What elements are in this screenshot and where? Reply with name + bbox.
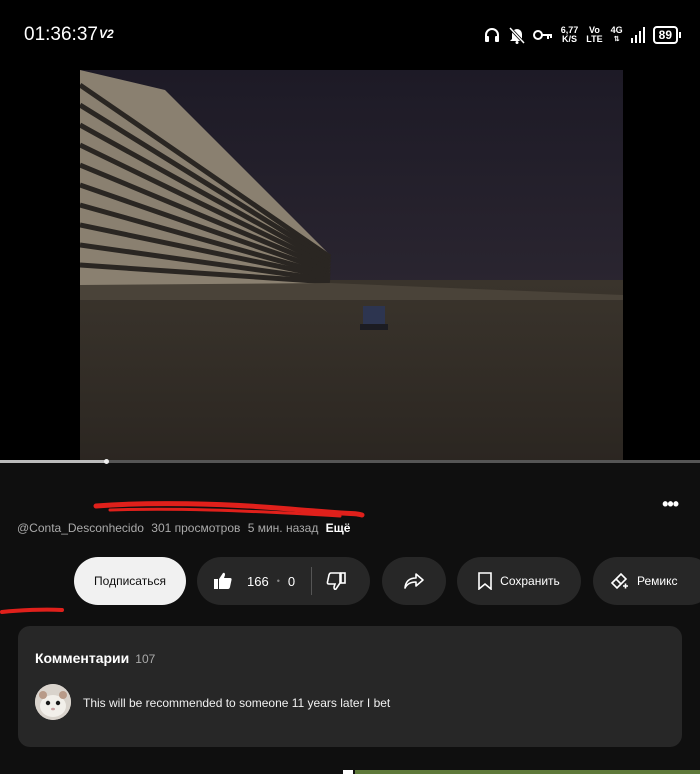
bell-muted-icon	[508, 26, 525, 44]
video-frame[interactable]	[78, 70, 623, 462]
comments-count: 107	[135, 652, 156, 666]
next-item-edge	[343, 770, 353, 774]
thumbs-down-icon[interactable]	[326, 571, 346, 591]
more-options-icon[interactable]: •••	[662, 494, 679, 515]
channel-handle[interactable]: @Conta_Desconhecido	[17, 521, 144, 535]
more-link[interactable]: Ещё	[326, 521, 351, 535]
signal-icon	[630, 27, 645, 43]
red-scribble-left	[0, 607, 64, 614]
remix-button[interactable]: Ремикс	[593, 557, 700, 605]
like-dislike-group: 166 • 0	[197, 557, 370, 605]
network-type: 4G ⇅	[610, 25, 623, 44]
divider	[311, 567, 313, 595]
subscribe-button[interactable]: Подписаться	[74, 557, 186, 605]
video-progress-handle[interactable]	[104, 459, 109, 464]
thumbs-up-icon[interactable]	[213, 571, 233, 591]
red-scribble-top	[93, 501, 365, 518]
carrier-tag: V2	[99, 27, 114, 41]
comments-header: Комментарии 107	[35, 650, 156, 666]
remix-icon	[610, 572, 628, 590]
key-icon	[532, 30, 552, 40]
status-bar: 01:36:37 V2 6,77 K/S Vo LTE 4G ⇅ 89	[0, 0, 700, 70]
save-button[interactable]: Сохранить	[457, 557, 581, 605]
like-count[interactable]: 166	[247, 574, 269, 589]
action-row: Подписаться 166 • 0 Сохранить Ремикс	[0, 557, 700, 605]
share-button[interactable]	[382, 557, 446, 605]
battery-indicator: 89	[652, 26, 682, 44]
view-count: 301 просмотров	[151, 521, 241, 535]
headphones-icon	[484, 28, 499, 42]
video-thumbnail-scene	[78, 70, 623, 462]
volte-indicator: Vo LTE	[586, 25, 603, 44]
avatar	[35, 684, 71, 720]
save-label: Сохранить	[500, 574, 560, 588]
comments-panel[interactable]: Комментарии 107 This will be recommended …	[18, 626, 682, 747]
clock: 01:36:37	[24, 24, 98, 45]
hamster-avatar-icon	[35, 684, 71, 720]
top-comment-text: This will be recommended to someone 11 y…	[83, 696, 391, 710]
video-meta: @Conta_Desconhecido 301 просмотров 5 мин…	[17, 521, 354, 535]
upload-age: 5 мин. назад	[247, 521, 319, 535]
video-progress-fill	[0, 460, 105, 463]
net-speed: 6,77 K/S	[560, 25, 579, 44]
next-item-thumbnail-edge	[355, 770, 700, 774]
dislike-count[interactable]: 0	[288, 574, 295, 589]
video-progress-bar[interactable]	[0, 459, 700, 464]
remix-label: Ремикс	[637, 574, 678, 588]
status-icons: 6,77 K/S Vo LTE 4G ⇅ 89	[483, 22, 682, 48]
bookmark-icon	[478, 572, 492, 590]
video-player[interactable]	[0, 70, 700, 462]
share-icon	[404, 573, 424, 589]
